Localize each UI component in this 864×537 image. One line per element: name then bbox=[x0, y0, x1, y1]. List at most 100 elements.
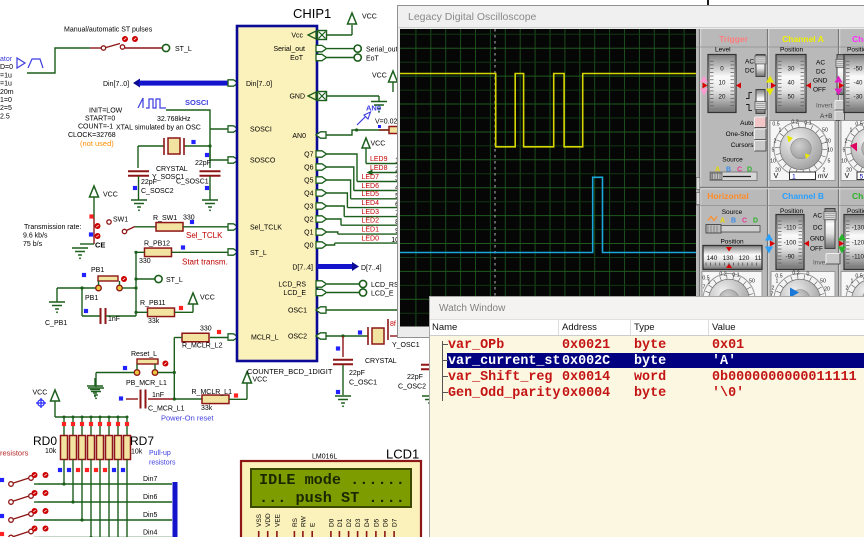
svg-text:IDLE mode ......: IDLE mode ...... bbox=[259, 471, 405, 489]
svg-text:OFF: OFF bbox=[813, 86, 826, 93]
svg-text:10k: 10k bbox=[45, 448, 57, 455]
svg-text:50: 50 bbox=[749, 278, 755, 284]
svg-text:20: 20 bbox=[825, 138, 831, 144]
svg-text:... push ST ....: ... push ST .... bbox=[259, 489, 405, 507]
svg-text:50: 50 bbox=[788, 93, 795, 100]
svg-text:130: 130 bbox=[723, 255, 734, 262]
svg-text:COUNTER_BCD_1DIGIT: COUNTER_BCD_1DIGIT bbox=[247, 367, 333, 376]
svg-text:-120: -120 bbox=[852, 239, 864, 246]
svg-text:AN0: AN0 bbox=[292, 133, 306, 140]
svg-text:10k: 10k bbox=[131, 449, 143, 456]
svg-text:CLOCK=32768: CLOCK=32768 bbox=[68, 132, 116, 139]
svg-text:GND: GND bbox=[289, 94, 305, 101]
svg-text:VDD: VDD bbox=[265, 513, 272, 527]
svg-text:resistors: resistors bbox=[149, 460, 176, 467]
svg-text:Horizontal: Horizontal bbox=[707, 191, 749, 201]
svg-text:1: 1 bbox=[850, 127, 853, 133]
svg-text:R_MCLR_L1: R_MCLR_L1 bbox=[192, 389, 233, 396]
svg-text:-100: -100 bbox=[784, 239, 797, 246]
svg-text:0.1: 0.1 bbox=[732, 272, 739, 278]
svg-text:8f: 8f bbox=[390, 321, 396, 328]
svg-text:Sel_TCLK: Sel_TCLK bbox=[186, 231, 223, 240]
svg-text:Q4: Q4 bbox=[304, 191, 313, 198]
svg-text:AC: AC bbox=[813, 212, 822, 219]
svg-text:-110: -110 bbox=[784, 224, 796, 231]
svg-text:VCC: VCC bbox=[362, 14, 377, 21]
svg-text:RD7: RD7 bbox=[130, 434, 154, 448]
svg-text:VSS: VSS bbox=[256, 513, 263, 527]
svg-text:1: 1 bbox=[851, 278, 854, 284]
svg-text:XTAL simulated by an OSC: XTAL simulated by an OSC bbox=[116, 125, 201, 132]
svg-text:5: 5 bbox=[772, 147, 775, 153]
svg-text:Din[7..0]: Din[7..0] bbox=[103, 81, 129, 88]
svg-text:VCC: VCC bbox=[103, 192, 118, 199]
svg-text:Cha: Cha bbox=[852, 191, 864, 201]
svg-text:7: 7 bbox=[703, 284, 706, 290]
svg-text:50: 50 bbox=[820, 278, 826, 284]
svg-text:A: A bbox=[720, 217, 725, 224]
svg-text:Din6: Din6 bbox=[143, 494, 158, 501]
svg-text:Manual/automatic ST pulses: Manual/automatic ST pulses bbox=[64, 27, 153, 34]
svg-text:OSC2: OSC2 bbox=[288, 334, 307, 341]
svg-text:RW: RW bbox=[300, 515, 307, 527]
svg-text:PB1: PB1 bbox=[91, 267, 104, 274]
svg-text:Source: Source bbox=[722, 156, 743, 163]
svg-text:Auto: Auto bbox=[740, 120, 754, 127]
svg-text:5: 5 bbox=[828, 158, 831, 164]
svg-text:Pull-up: Pull-up bbox=[149, 450, 171, 457]
svg-text:E: E bbox=[310, 522, 317, 527]
svg-text:C_PB1: C_PB1 bbox=[45, 320, 67, 327]
svg-text:D[7..4]: D[7..4] bbox=[361, 265, 382, 272]
svg-text:LED2: LED2 bbox=[362, 218, 380, 225]
svg-text:Invert: Invert bbox=[816, 102, 832, 109]
svg-text:1: 1 bbox=[708, 279, 711, 285]
svg-text:1: 1 bbox=[779, 127, 782, 133]
svg-text:GND: GND bbox=[810, 235, 825, 242]
svg-text:5: 5 bbox=[860, 173, 864, 180]
svg-text:Serial_out: Serial_out bbox=[366, 47, 398, 54]
svg-text:Reset_L: Reset_L bbox=[131, 351, 157, 358]
svg-text:LCD1: LCD1 bbox=[386, 447, 419, 462]
svg-text:ST_L: ST_L bbox=[175, 46, 192, 53]
svg-text:-90: -90 bbox=[786, 253, 796, 260]
svg-text:R_PB12: R_PB12 bbox=[144, 241, 170, 248]
svg-text:10: 10 bbox=[841, 158, 847, 164]
svg-text:A+B: A+B bbox=[820, 113, 832, 120]
svg-text:10: 10 bbox=[770, 158, 776, 164]
svg-text:Transmission rate:: Transmission rate: bbox=[24, 224, 81, 231]
svg-text:LED1: LED1 bbox=[362, 227, 380, 234]
svg-text:Q6: Q6 bbox=[304, 165, 313, 172]
svg-text:Din5: Din5 bbox=[143, 512, 158, 519]
svg-text:C_MCR_L1: C_MCR_L1 bbox=[148, 406, 185, 413]
svg-text:-130: -130 bbox=[852, 224, 864, 231]
svg-text:-50: -50 bbox=[854, 65, 864, 72]
svg-text:1nF: 1nF bbox=[152, 392, 164, 399]
svg-text:Source: Source bbox=[722, 209, 743, 216]
svg-text:LED4: LED4 bbox=[362, 200, 380, 207]
svg-text:=1u: =1u bbox=[0, 72, 12, 79]
svg-text:-30: -30 bbox=[854, 93, 864, 100]
svg-text:Q5: Q5 bbox=[304, 178, 313, 185]
svg-text:D1: D1 bbox=[337, 518, 344, 527]
svg-text:AC: AC bbox=[745, 58, 754, 65]
svg-text:INIT=LOW: INIT=LOW bbox=[89, 108, 123, 115]
svg-text:LED6: LED6 bbox=[362, 183, 380, 190]
svg-text:MCLR_L: MCLR_L bbox=[251, 335, 279, 342]
svg-text:Serial_out: Serial_out bbox=[273, 46, 305, 53]
svg-text:LED5: LED5 bbox=[362, 191, 380, 198]
svg-text:2=5: 2=5 bbox=[0, 105, 12, 112]
svg-text:SOSCI: SOSCI bbox=[185, 98, 208, 107]
svg-text:Din7: Din7 bbox=[143, 476, 158, 483]
svg-text:1=0: 1=0 bbox=[0, 97, 12, 104]
svg-text:PB1: PB1 bbox=[85, 295, 98, 302]
svg-text:120: 120 bbox=[739, 255, 750, 262]
svg-text:Q2: Q2 bbox=[304, 217, 313, 224]
svg-text:C_OSC1: C_OSC1 bbox=[349, 380, 377, 387]
svg-text:SOSCI: SOSCI bbox=[250, 127, 272, 134]
svg-text:D=0: D=0 bbox=[0, 64, 13, 71]
svg-text:mV: mV bbox=[818, 173, 829, 180]
svg-text:Cha: Cha bbox=[852, 34, 864, 44]
svg-text:C: C bbox=[742, 217, 747, 224]
svg-text:0.2: 0.2 bbox=[792, 270, 799, 276]
svg-text:2: 2 bbox=[846, 285, 849, 291]
